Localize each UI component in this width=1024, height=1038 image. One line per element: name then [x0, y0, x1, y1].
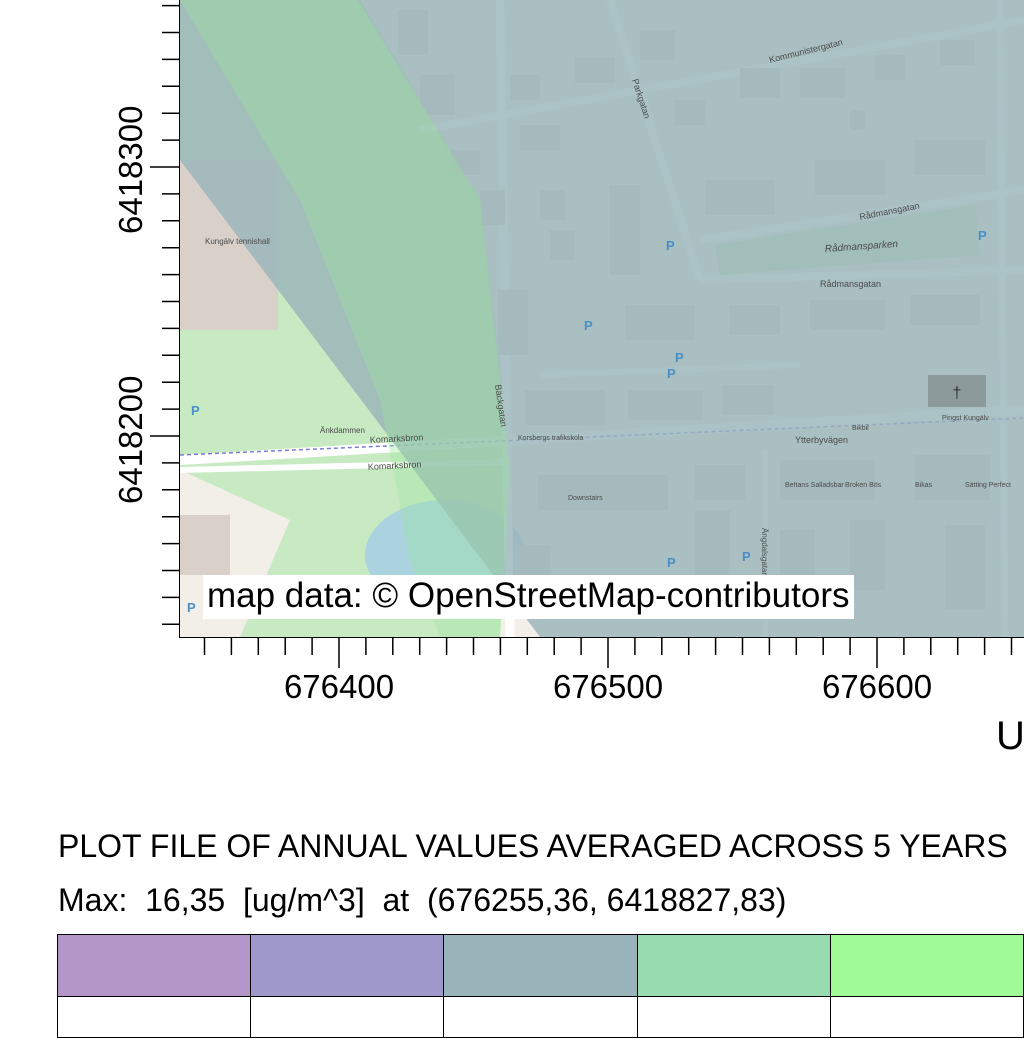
plot-title: PLOT FILE OF ANNUAL VALUES AVERAGED ACRO…: [58, 828, 1008, 864]
plot-max-value: Max: 16,35 [ug/m^3] at (676255,36, 64188…: [58, 882, 787, 918]
legend-swatch: [443, 934, 638, 997]
axes: [150, 4, 1013, 668]
legend-label-cell: [250, 996, 445, 1038]
legend-label-cell: [443, 996, 638, 1038]
map-attribution: map data: © OpenStreetMap-contributors: [203, 575, 854, 619]
x-tick-label: 676400: [283, 668, 395, 705]
x-tick-label: 676500: [552, 668, 664, 705]
legend-label-cell: [56, 996, 252, 1038]
x-axis-label: U: [996, 714, 1024, 758]
legend-swatch: [829, 934, 1024, 997]
x-tick-label: 676600: [821, 668, 933, 705]
legend-label-cell: [829, 996, 1024, 1038]
legend-swatch: [56, 934, 252, 997]
legend-color-scale: [56, 934, 1024, 1038]
legend-label-cell: [636, 996, 831, 1038]
y-tick-label: 6418300: [112, 105, 149, 234]
legend-swatch: [250, 934, 445, 997]
legend-swatch: [636, 934, 831, 997]
y-tick-label: 6418200: [112, 375, 149, 504]
